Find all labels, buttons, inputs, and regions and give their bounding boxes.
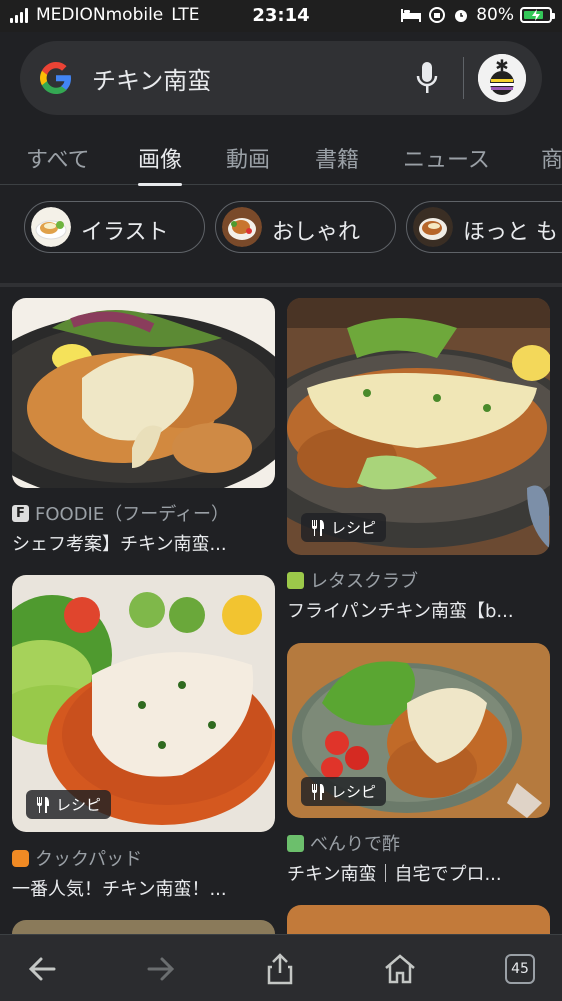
search-divider — [463, 57, 464, 99]
status-bar: MEDIONmobile LTE 23:14 80% — [0, 0, 562, 32]
source-label: クックパッド — [35, 849, 143, 870]
recipe-badge: レシピ — [301, 513, 387, 542]
recipe-label: レシピ — [331, 519, 377, 537]
chip-label: イラスト — [81, 220, 169, 245]
orientation-lock-icon — [429, 7, 446, 23]
profile-avatar-icon[interactable]: ✱ — [478, 54, 526, 102]
result-source-2: レタスクラブ — [287, 567, 418, 593]
recipe-label: レシピ — [56, 796, 102, 814]
result-image-6[interactable] — [287, 905, 550, 934]
chip-hotto[interactable]: ほっと も — [406, 201, 562, 253]
result-title-4[interactable]: チキン南蛮｜自宅でプロ... — [287, 860, 549, 886]
alarm-icon — [455, 10, 468, 22]
battery-icon — [520, 7, 555, 23]
result-source-3: クックパッド — [12, 845, 142, 871]
svg-text:✱: ✱ — [495, 56, 508, 75]
tab-videos[interactable]: 動画 — [226, 142, 270, 174]
forward-arrow-icon[interactable] — [143, 951, 179, 987]
fork-knife-icon — [37, 796, 49, 813]
microphone-icon[interactable] — [416, 61, 438, 95]
recipe-badge: レシピ — [301, 777, 387, 806]
result-title-1[interactable]: シェフ考案】チキン南蛮... — [12, 530, 274, 556]
back-arrow-icon[interactable] — [24, 951, 60, 987]
tab-news[interactable]: ニュース — [403, 142, 490, 174]
chip-thumbnail-image — [31, 207, 71, 247]
chip-illust[interactable]: イラスト — [24, 201, 205, 253]
tab-images[interactable]: 画像 — [138, 142, 183, 186]
search-bar[interactable]: チキン南蛮 ✱ — [20, 41, 542, 115]
battery-percent: 80% — [476, 5, 514, 25]
result-source-4: べんりで酢 — [287, 830, 400, 856]
chip-oshare[interactable]: おしゃれ — [215, 201, 396, 253]
lettuce-club-favicon-icon — [287, 571, 304, 589]
tab-all[interactable]: すべて — [26, 142, 90, 174]
result-source-1: F FOODIE（フーディー） — [12, 500, 229, 526]
section-divider — [0, 283, 562, 287]
search-input[interactable]: チキン南蛮 — [92, 61, 211, 96]
tab-shopping[interactable]: 商 — [541, 142, 562, 174]
foodie-favicon-icon: F — [12, 504, 29, 522]
result-title-2[interactable]: フライパンチキン南蛮【b... — [287, 597, 549, 623]
chip-thumbnail-image — [222, 207, 262, 247]
status-right: 80% — [400, 5, 555, 25]
search-tabs: すべて 画像 動画 書籍 ニュース 商 — [0, 130, 562, 186]
result-image-5[interactable] — [12, 920, 275, 934]
share-icon[interactable] — [262, 951, 298, 987]
browser-toolbar: 45 — [0, 934, 562, 1001]
result-image-3[interactable]: レシピ — [12, 575, 275, 832]
chip-label: ほっと も — [463, 220, 558, 245]
benri-de-su-favicon-icon — [287, 834, 304, 852]
bed-icon — [401, 9, 422, 22]
source-label: FOODIE（フーディー） — [35, 504, 229, 525]
recipe-label: レシピ — [331, 783, 377, 801]
result-image-4[interactable]: レシピ — [287, 643, 550, 818]
fork-knife-icon — [312, 783, 324, 800]
result-image-1[interactable] — [12, 298, 275, 488]
home-icon[interactable] — [382, 951, 418, 987]
tabs-icon[interactable]: 45 — [505, 954, 535, 984]
result-title-3[interactable]: 一番人気！チキン南蛮！... — [12, 875, 274, 901]
cookpad-favicon-icon — [12, 849, 29, 867]
google-logo-icon — [40, 62, 71, 94]
source-label: べんりで酢 — [310, 834, 400, 855]
tab-books[interactable]: 書籍 — [315, 142, 359, 174]
chip-thumbnail-image — [413, 207, 453, 247]
result-image-2[interactable]: レシピ — [287, 298, 550, 555]
charging-bolt-icon — [532, 9, 540, 21]
recipe-badge: レシピ — [26, 790, 112, 819]
source-label: レタスクラブ — [310, 571, 418, 592]
chip-label: おしゃれ — [272, 220, 361, 245]
fork-knife-icon — [312, 519, 324, 536]
